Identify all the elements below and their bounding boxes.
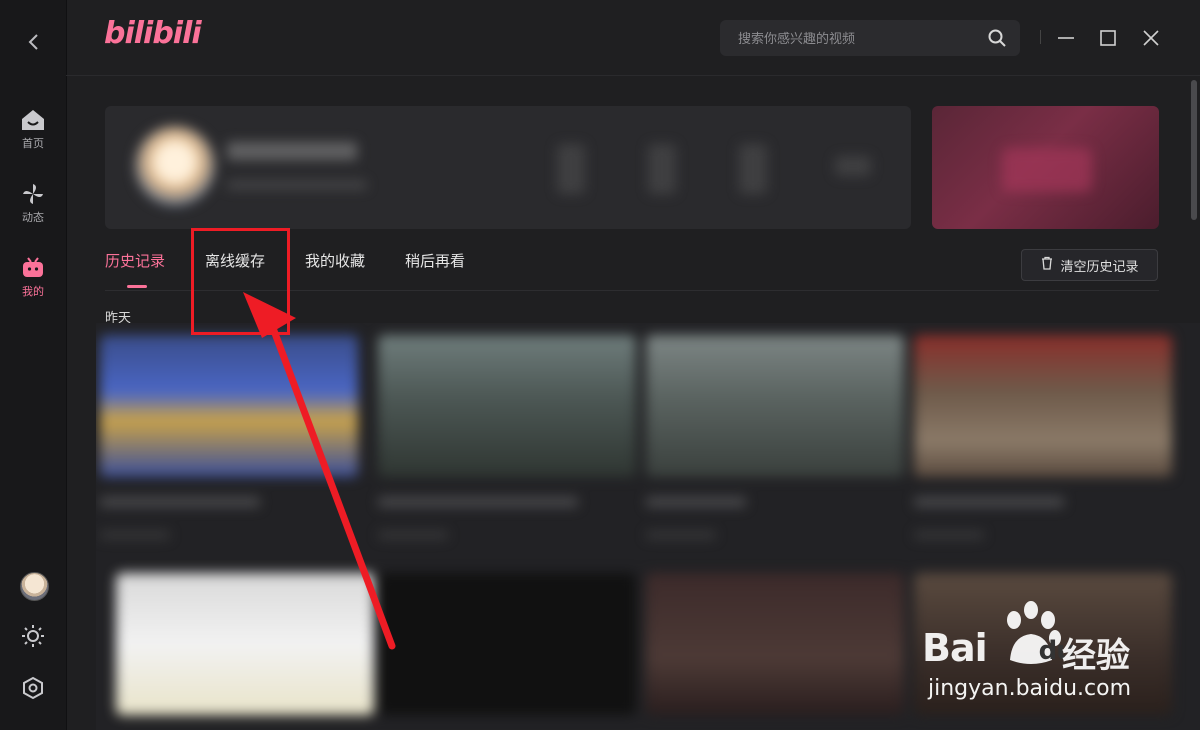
divider [1040, 30, 1041, 44]
profile-stat [648, 144, 676, 194]
tab-label: 我的收藏 [305, 252, 366, 270]
tab-watch-later[interactable]: 稍后再看 [405, 250, 465, 271]
search-input[interactable] [736, 20, 980, 58]
settings-icon[interactable] [21, 676, 45, 700]
sidebar-item-label: 首页 [22, 137, 44, 150]
sidebar-item-dynamic[interactable]: 动态 [0, 182, 66, 225]
clear-history-button[interactable]: 清空历史记录 [1021, 249, 1158, 281]
close-icon[interactable] [1141, 28, 1161, 48]
tab-active-indicator [127, 285, 147, 288]
tab-label: 历史记录 [105, 252, 166, 270]
baidu-jingyan-watermark: Bai du 经验 jingyan.baidu.com [922, 598, 1172, 708]
back-arrow-icon[interactable] [22, 30, 46, 54]
search-box [720, 20, 1020, 58]
video-card[interactable] [378, 335, 636, 539]
highlight-box [191, 228, 290, 335]
clear-history-label: 清空历史记录 [1060, 259, 1139, 275]
sidebar-item-home[interactable]: 首页 [0, 108, 66, 151]
video-card[interactable] [100, 335, 358, 539]
sidebar-item-mine[interactable]: 我的 [0, 256, 66, 299]
profile-stat [557, 144, 585, 194]
profile-stat [835, 156, 871, 176]
watermark-url: jingyan.baidu.com [928, 676, 1132, 701]
video-card[interactable] [646, 335, 904, 539]
avatar[interactable] [20, 572, 49, 601]
minimize-icon[interactable] [1056, 28, 1076, 48]
watermark-brand: Bai du [922, 626, 1075, 670]
video-card[interactable] [116, 573, 374, 715]
bilibili-logo: bilibili [104, 16, 202, 51]
profile-info-blurred [227, 181, 367, 189]
video-card[interactable] [646, 573, 904, 715]
profile-avatar [135, 126, 215, 206]
trash-icon [1040, 256, 1054, 274]
watermark-product: 经验 [1062, 636, 1130, 676]
scrollbar[interactable] [1191, 80, 1197, 220]
left-sidebar: 首页 动态 我的 [0, 0, 67, 730]
sun-icon[interactable] [21, 624, 45, 648]
top-bar: bilibili [66, 0, 1200, 76]
sidebar-item-label: 动态 [22, 211, 44, 224]
tab-history[interactable]: 历史记录 [105, 250, 165, 271]
profile-name-blurred [227, 142, 357, 160]
video-card[interactable] [914, 335, 1172, 539]
video-card[interactable] [378, 573, 636, 715]
pinwheel-icon [0, 182, 66, 206]
home-icon [0, 108, 66, 132]
tab-label: 稍后再看 [405, 252, 466, 270]
maximize-icon[interactable] [1098, 28, 1118, 48]
profile-stat [739, 144, 767, 194]
promo-banner[interactable] [932, 106, 1159, 229]
sidebar-item-label: 我的 [22, 285, 44, 298]
promo-button-blurred [1002, 148, 1092, 192]
tv-icon [0, 256, 66, 280]
search-icon[interactable] [988, 29, 1006, 51]
tab-favorites[interactable]: 我的收藏 [305, 250, 365, 271]
profile-card [105, 106, 911, 229]
